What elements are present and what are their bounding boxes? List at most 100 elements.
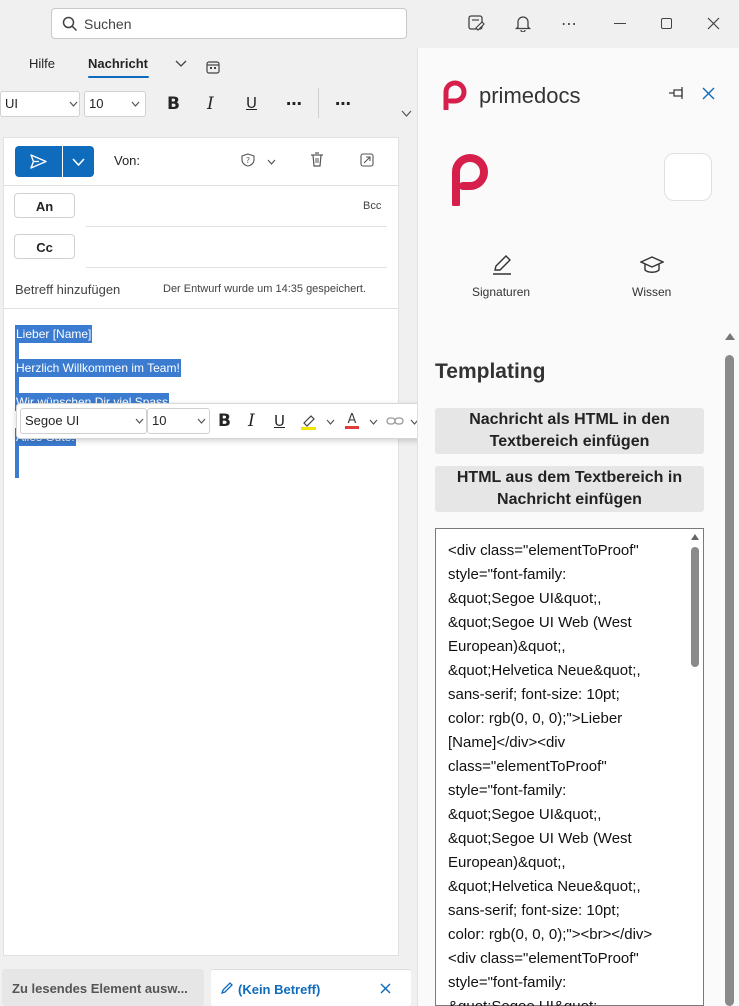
- tab-draft[interactable]: (Kein Betreff): [211, 969, 411, 1006]
- maximize-icon[interactable]: [661, 18, 672, 29]
- floating-format-toolbar: Segoe UI 10 B I U A A: [16, 403, 473, 439]
- chevron-down-icon[interactable]: [175, 60, 187, 68]
- ribbon-expand-icon[interactable]: [401, 110, 412, 117]
- button-label-line: Textbereich einfügen: [489, 433, 650, 450]
- font-size-select[interactable]: 10: [84, 91, 146, 117]
- popout-icon[interactable]: [360, 153, 374, 167]
- italic-icon[interactable]: I: [248, 411, 255, 431]
- section-title: Templating: [435, 360, 546, 383]
- bold-icon[interactable]: B: [218, 411, 231, 431]
- pin-icon[interactable]: [668, 86, 686, 100]
- send-button[interactable]: [15, 146, 62, 177]
- search-box[interactable]: Suchen: [51, 8, 407, 39]
- font-color-icon[interactable]: A: [344, 411, 360, 431]
- font-name-select[interactable]: UI: [0, 91, 80, 117]
- subject-input[interactable]: Betreff hinzufügen: [15, 282, 120, 297]
- selection-gap: [15, 446, 19, 478]
- svg-text:?: ?: [246, 156, 250, 165]
- to-field-underline: [86, 226, 387, 227]
- send-options-button[interactable]: [63, 146, 94, 177]
- brand-name: primedocs: [479, 83, 581, 108]
- font-size-value: 10: [152, 413, 167, 428]
- more-options-icon[interactable]: ⋯: [335, 94, 351, 114]
- font-name-value: UI: [5, 96, 18, 111]
- close-icon[interactable]: [707, 17, 720, 30]
- underline-icon[interactable]: U: [246, 94, 257, 112]
- tab-hilfe[interactable]: Hilfe: [29, 56, 55, 71]
- bold-icon[interactable]: B: [167, 94, 180, 114]
- tab-read-label: Zu lesendes Element ausw...: [12, 981, 188, 996]
- underline-icon[interactable]: U: [274, 412, 285, 430]
- textarea-scrollbar-thumb[interactable]: [691, 547, 699, 667]
- chevron-down-icon: [69, 101, 78, 107]
- tab-read-item[interactable]: Zu lesendes Element ausw...: [2, 969, 204, 1006]
- calendar-icon[interactable]: [206, 60, 220, 74]
- wissen-label: Wissen: [632, 285, 672, 299]
- body-line: Herzlich Willkommen im Team!: [15, 359, 181, 377]
- chevron-down-icon[interactable]: [369, 419, 378, 425]
- selection-gap: [15, 343, 19, 359]
- scroll-up-arrow-icon[interactable]: [691, 534, 699, 540]
- cc-field-underline: [86, 267, 387, 268]
- signaturen-button[interactable]: Signaturen: [462, 250, 542, 300]
- close-icon[interactable]: [380, 983, 391, 994]
- to-field[interactable]: [86, 194, 356, 224]
- chevron-down-icon: [131, 101, 140, 107]
- chevron-down-icon: [72, 158, 85, 166]
- wissen-button[interactable]: Wissen: [622, 250, 682, 300]
- search-icon: [62, 16, 78, 32]
- primedocs-large-logo-icon: [449, 150, 489, 206]
- pen-icon: [491, 254, 513, 276]
- send-icon: [30, 154, 47, 169]
- body-line: Lieber [Name]: [15, 325, 93, 343]
- button-label-line: Nachricht als HTML in den: [469, 411, 670, 428]
- font-size-value: 10: [89, 96, 104, 111]
- primedocs-logo-icon: [441, 78, 469, 110]
- tab-draft-label: (Kein Betreff): [238, 982, 321, 997]
- chevron-down-icon[interactable]: [267, 159, 276, 165]
- profile-avatar[interactable]: [664, 153, 712, 201]
- divider: [4, 308, 398, 309]
- font-size-select[interactable]: 10: [147, 408, 210, 434]
- html-textarea[interactable]: <div class="elementToProof" style="font-…: [435, 528, 704, 1006]
- html-code: <div class="elementToProof" style="font-…: [448, 542, 653, 1006]
- chevron-down-icon[interactable]: [326, 419, 335, 425]
- compose-note-icon[interactable]: [467, 14, 485, 32]
- button-label-line: Nachricht einfügen: [497, 491, 642, 508]
- pencil-icon: [220, 981, 234, 995]
- insert-html-button[interactable]: Nachricht als HTML in den Textbereich ei…: [435, 408, 704, 454]
- search-input[interactable]: Suchen: [84, 16, 131, 32]
- html-to-message-button[interactable]: HTML aus dem Textbereich in Nachricht ei…: [435, 466, 704, 512]
- trash-icon[interactable]: [310, 152, 324, 167]
- divider: [4, 185, 398, 186]
- selection-gap: [15, 377, 19, 393]
- minimize-icon[interactable]: [614, 23, 626, 24]
- svg-text:A: A: [348, 412, 357, 427]
- font-name-select[interactable]: Segoe UI: [20, 408, 147, 434]
- highlight-icon[interactable]: [300, 413, 317, 431]
- chevron-down-icon: [197, 418, 206, 424]
- font-name-value: Segoe UI: [25, 413, 80, 428]
- from-label: Von:: [114, 153, 141, 168]
- panel-scrollbar-thumb[interactable]: [725, 355, 734, 1006]
- to-button[interactable]: An: [14, 193, 75, 218]
- divider: [318, 88, 319, 118]
- active-tab-indicator: [88, 76, 149, 78]
- italic-icon[interactable]: I: [207, 94, 214, 114]
- draft-status: Der Entwurf wurde um 14:35 gespeichert.: [163, 283, 366, 295]
- bcc-button[interactable]: Bcc: [363, 200, 381, 212]
- signaturen-label: Signaturen: [472, 285, 531, 299]
- scroll-up-arrow-icon[interactable]: [725, 333, 735, 340]
- button-label-line: HTML aus dem Textbereich in: [456, 469, 683, 486]
- sensitivity-icon[interactable]: ?: [241, 153, 255, 167]
- link-icon[interactable]: [386, 415, 404, 427]
- cc-field[interactable]: [86, 235, 386, 265]
- more-options-icon[interactable]: ⋯: [561, 14, 577, 34]
- chevron-down-icon: [135, 418, 144, 424]
- more-format-icon[interactable]: ⋯: [286, 94, 302, 114]
- cc-button[interactable]: Cc: [14, 234, 75, 259]
- tab-nachricht[interactable]: Nachricht: [88, 56, 148, 71]
- graduation-cap-icon: [640, 254, 664, 276]
- close-panel-icon[interactable]: [702, 87, 715, 100]
- bell-icon[interactable]: [514, 14, 532, 32]
